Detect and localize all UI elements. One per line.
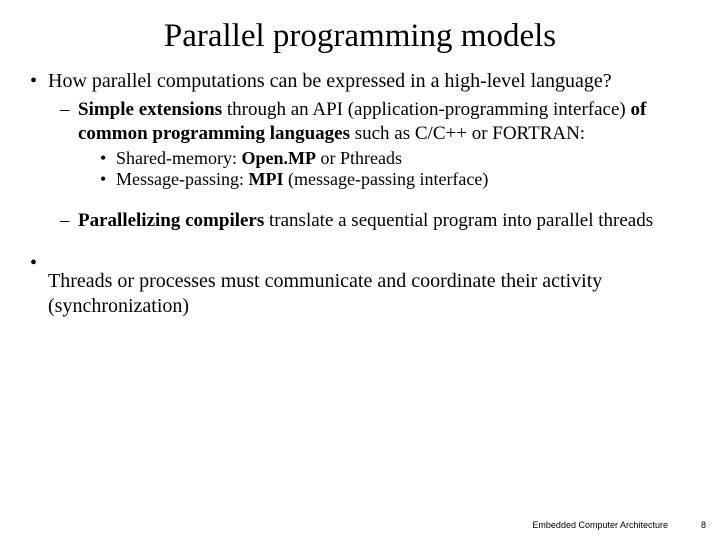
bullet-1-1-1: Shared-memory: Open.MP or Pthreads <box>78 148 692 170</box>
bullet-1-1-text-b: such as C/C++ or FORTRAN: <box>350 123 585 144</box>
footer-label: Embedded Computer Architecture <box>532 520 668 530</box>
bullet-1-1-2-post: (message-passing interface) <box>283 169 488 189</box>
bullet-1: How parallel computations can be express… <box>28 69 692 233</box>
page-number: 8 <box>701 520 706 530</box>
bullet-1-1-2-bold: MPI <box>248 169 283 189</box>
slide-title: Parallel programming models <box>28 18 692 55</box>
bullet-1-1-text-a: through an API (application-programming … <box>222 99 630 120</box>
bullet-1-2: Parallelizing compilers translate a sequ… <box>48 209 692 233</box>
bullet-1-1: Simple extensions through an API (applic… <box>48 98 692 191</box>
bullet-2-text: Threads or processes must communicate an… <box>48 270 602 317</box>
bullet-1-1-1-bold: Open.MP <box>241 148 316 168</box>
bullet-1-1-1-post: or Pthreads <box>316 148 402 168</box>
sub-sub-list-1: Shared-memory: Open.MP or Pthreads Messa… <box>78 148 692 192</box>
spacer <box>48 251 692 269</box>
slide: Parallel programming models How parallel… <box>0 0 720 540</box>
bullet-1-text: How parallel computations can be express… <box>48 70 612 92</box>
bullet-1-1-2-pre: Message-passing: <box>116 169 248 189</box>
bullet-1-2-text: translate a sequential program into para… <box>264 210 653 231</box>
bullet-2: Threads or processes must communicate an… <box>28 251 692 319</box>
bullet-1-2-bold: Parallelizing compilers <box>78 210 264 231</box>
sub-list-1: Simple extensions through an API (applic… <box>48 98 692 233</box>
bullet-list: How parallel computations can be express… <box>28 69 692 319</box>
bullet-1-1-1-pre: Shared-memory: <box>116 148 241 168</box>
bullet-1-1-bold-a: Simple extensions <box>78 99 222 120</box>
bullet-1-1-2: Message-passing: MPI (message-passing in… <box>78 169 692 191</box>
